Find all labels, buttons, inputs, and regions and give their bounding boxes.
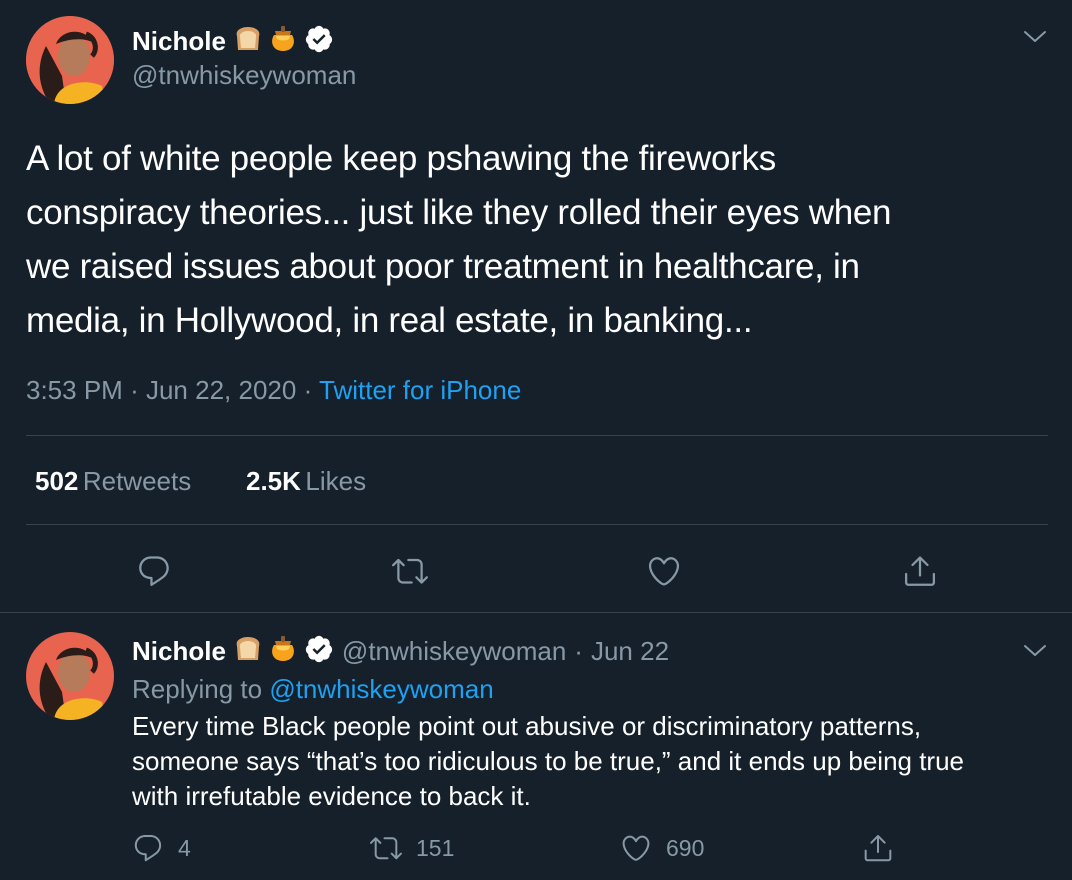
share-icon[interactable] (902, 553, 938, 589)
verified-badge-icon (304, 24, 334, 59)
tweet-meta: 3:53 PM · Jun 22, 2020 · Twitter for iPh… (26, 375, 521, 405)
bread-emoji (234, 636, 262, 667)
chevron-down-icon[interactable] (1022, 642, 1048, 665)
replying-to-label: Replying to (132, 674, 263, 704)
divider (26, 524, 1048, 525)
reply-count: 4 (178, 835, 191, 861)
bread-emoji (234, 26, 262, 57)
avatar[interactable] (26, 16, 114, 104)
separator: · (303, 375, 313, 405)
likes-label: Likes (305, 466, 367, 496)
tweet-time[interactable]: 3:53 PM (26, 375, 123, 405)
reply-icon[interactable] (136, 553, 172, 589)
tweet-text-line: conspiracy theories... just like they ro… (26, 193, 892, 232)
retweets-stat[interactable]: 502 Retweets (35, 466, 191, 497)
heart-icon[interactable] (646, 553, 682, 589)
divider (0, 612, 1072, 613)
likes-stat[interactable]: 2.5K Likes (246, 466, 366, 497)
tweet-source-link[interactable]: Twitter for iPhone (319, 375, 521, 405)
honey-pot-emoji (270, 25, 296, 58)
handle[interactable]: @tnwhiskeywoman (342, 636, 566, 666)
tweet-date[interactable]: Jun 22 (591, 636, 669, 666)
likes-count: 2.5K (246, 466, 301, 496)
display-name[interactable]: Nichole (132, 26, 226, 56)
reply-text-line: with irrefutable evidence to back it. (132, 781, 531, 811)
replying-to: Replying to @tnwhiskeywoman (132, 674, 494, 704)
tweet-text-line: A lot of white people keep pshawing the … (26, 139, 776, 178)
divider (26, 435, 1048, 436)
honey-pot-emoji (270, 635, 296, 668)
separator: · (130, 375, 139, 405)
replying-to-handle[interactable]: @tnwhiskeywoman (269, 674, 493, 704)
retweets-count: 502 (35, 466, 79, 496)
tweet-text: A lot of white people keep pshawing the … (26, 132, 1056, 348)
tweet-date[interactable]: Jun 22, 2020 (146, 375, 296, 405)
display-name[interactable]: Nichole (132, 636, 226, 666)
handle[interactable]: @tnwhiskeywoman (132, 60, 356, 90)
reply-text-line: Every time Black people point out abusiv… (132, 711, 922, 741)
reply-text-line: someone says “that’s too ridiculous to b… (132, 746, 965, 776)
tweet-text-line: media, in Hollywood, in real estate, in … (26, 301, 753, 340)
like-count: 690 (666, 835, 705, 861)
separator: · (574, 636, 583, 666)
share-icon[interactable] (862, 832, 894, 864)
retweet-action[interactable]: 151 (370, 832, 454, 864)
chevron-down-icon[interactable] (1022, 28, 1048, 51)
verified-badge-icon (304, 634, 334, 669)
reply-text: Every time Black people point out abusiv… (132, 709, 1062, 814)
heart-icon (620, 832, 652, 864)
tweet-text-line: we raised issues about poor treatment in… (26, 247, 860, 286)
retweets-label: Retweets (82, 466, 192, 496)
retweet-count: 151 (416, 835, 455, 861)
retweet-icon (370, 832, 402, 864)
reply-action[interactable]: 4 (132, 832, 191, 864)
like-action[interactable]: 690 (620, 832, 704, 864)
reply-icon (132, 832, 164, 864)
avatar[interactable] (26, 632, 114, 720)
retweet-icon[interactable] (392, 553, 428, 589)
